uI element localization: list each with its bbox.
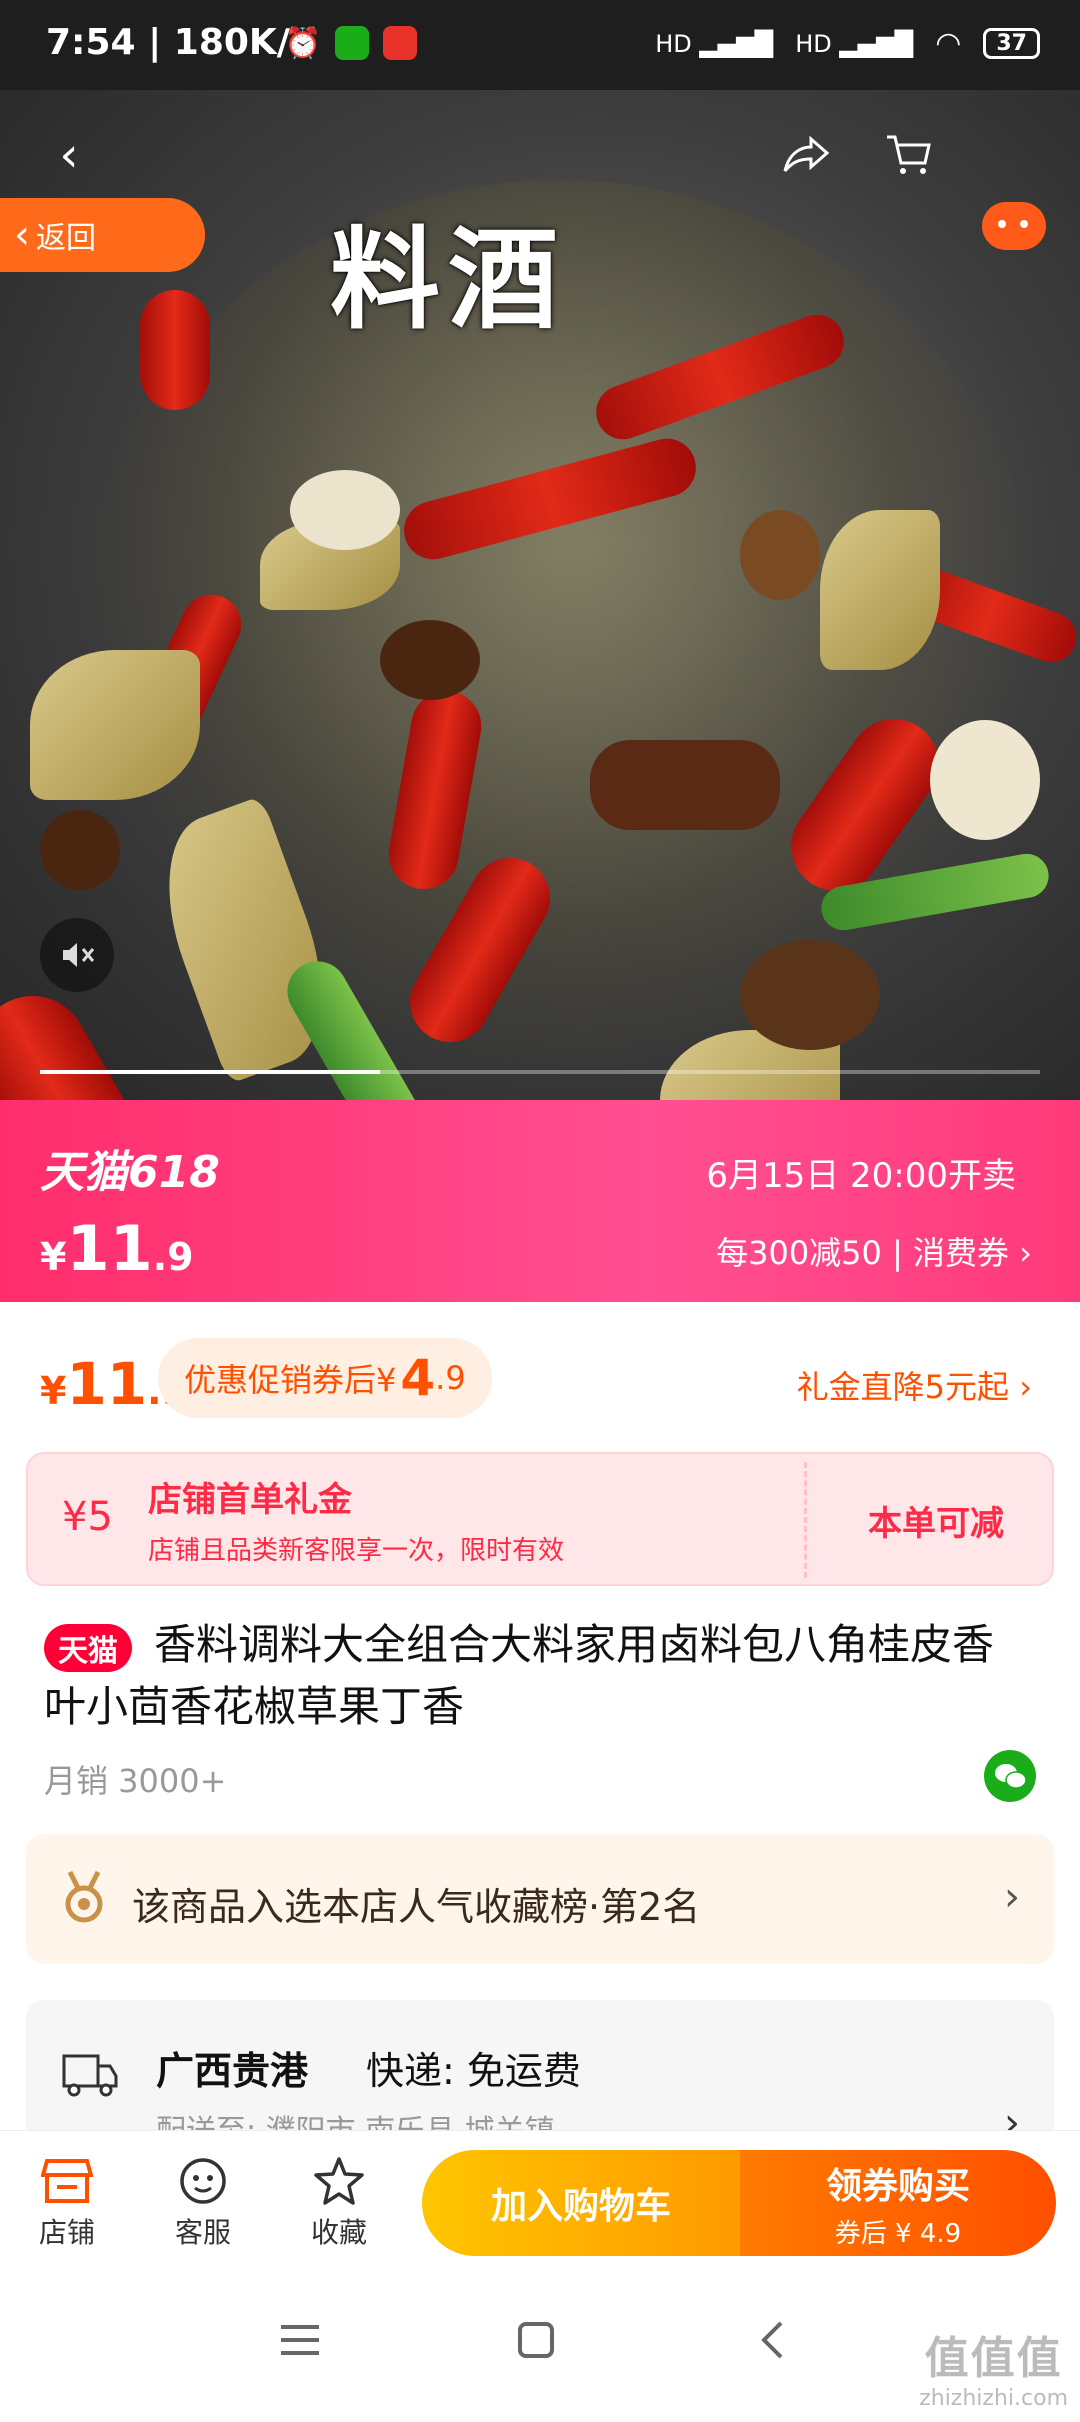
consumer-coupon-link[interactable]: 每300减50 | 消费券 › (716, 1228, 1032, 1274)
message-icon[interactable] (982, 202, 1046, 250)
status-bar: 7:54 | 180K/s ⏰ HD ▂▄▆█ HD ▂▄▆█ ◠ 37 (0, 0, 1080, 90)
wifi-icon: ◠ (935, 26, 962, 61)
chevron-right-icon: › (1004, 1874, 1020, 1920)
coupon-amount: ¥5 (62, 1494, 113, 1540)
ship-origin: 广西贵港 (156, 2049, 309, 2093)
mute-button[interactable] (40, 918, 114, 992)
video-caption: 料酒 (330, 216, 566, 344)
shop-icon (12, 2151, 122, 2211)
sale-time: 6月15日 20:00开卖 (706, 1156, 1016, 1196)
tmall-badge: 天猫 (44, 1624, 132, 1672)
monthly-sales: 月销 3000+ (44, 1762, 227, 1800)
star-icon (284, 2151, 394, 2211)
back-arrow-icon[interactable]: ‹ (34, 120, 104, 190)
coupon-title: 店铺首单礼金 (148, 1480, 352, 1520)
promo-price: ¥11.9 (40, 1212, 194, 1285)
shop-button[interactable]: 店铺 (12, 2151, 122, 2251)
shipping-fee: 快递: 免运费 (366, 2049, 581, 2093)
service-face-icon (148, 2151, 258, 2211)
product-video[interactable]: 料酒 ‹ ‹ 返回 (0, 90, 1080, 1100)
watermark: 值值值 zhizhizhi.com (919, 2333, 1068, 2411)
battery-icon: 37 (983, 28, 1040, 59)
share-icon[interactable] (770, 120, 840, 190)
coupon-divider (804, 1462, 807, 1578)
wechat-notification-icon (335, 26, 370, 60)
signal-icon-1: HD ▂▄▆█ (655, 29, 774, 58)
status-right: HD ▂▄▆█ HD ▂▄▆█ ◠ 37 (655, 26, 1040, 61)
popularity-ranking[interactable]: 该商品入选本店人气收藏榜·第2名 › (26, 1834, 1054, 1964)
add-to-cart-button[interactable]: 加入购物车 (422, 2150, 740, 2256)
home-icon[interactable] (496, 2310, 576, 2370)
gift-discount-link[interactable]: 礼金直降5元起 › (797, 1362, 1032, 1408)
tmall-618-logo: 天猫618 (40, 1147, 220, 1198)
toutiao-notification-icon (383, 26, 418, 60)
customer-service-button[interactable]: 客服 (148, 2151, 258, 2251)
product-title: 香料调料大全组合大料家用卤料包八角桂皮香叶小茴香花椒草果丁香 (44, 1620, 995, 1731)
alarm-icon: ⏰ (284, 26, 322, 61)
system-nav-bar: 值值值 zhizhizhi.com (0, 2280, 1080, 2411)
truck-icon (60, 2048, 120, 2102)
coupon-desc: 店铺且品类新客限享一次，限时有效 (148, 1536, 565, 1566)
return-button[interactable]: ‹ 返回 (0, 198, 205, 272)
favorite-button[interactable]: 收藏 (284, 2151, 394, 2251)
coupon-action[interactable]: 本单可减 (868, 1496, 1004, 1545)
store-coupon-card[interactable]: ¥5 店铺首单礼金 店铺且品类新客限享一次，限时有效 本单可减 (26, 1452, 1054, 1586)
chevron-left-icon: ‹ (14, 212, 30, 258)
signal-icon-2: HD ▂▄▆█ (795, 29, 914, 58)
wechat-share-icon[interactable] (984, 1750, 1036, 1802)
status-time: 7:54 | 180K/s (46, 22, 312, 63)
video-progress-bar[interactable] (40, 1070, 1040, 1074)
video-progress-fill (40, 1070, 380, 1074)
notification-icons: ⏰ (284, 26, 418, 61)
ranking-text: 该商品入选本店人气收藏榜·第2名 (132, 1885, 701, 1929)
promo-banner: 天猫618 6月15日 20:00开卖 ¥11.9 每300减50 | 消费券 … (0, 1100, 1080, 1302)
back-icon[interactable] (732, 2310, 812, 2370)
cart-icon[interactable] (874, 120, 944, 190)
coupon-buy-button[interactable]: 领券购买 券后 ¥ 4.9 (740, 2150, 1056, 2256)
menu-icon[interactable] (260, 2310, 340, 2370)
after-coupon-price[interactable]: 优惠促销券后¥ 4.9 (158, 1338, 492, 1418)
speaker-muted-icon (63, 943, 95, 967)
medal-icon (60, 1870, 108, 1930)
